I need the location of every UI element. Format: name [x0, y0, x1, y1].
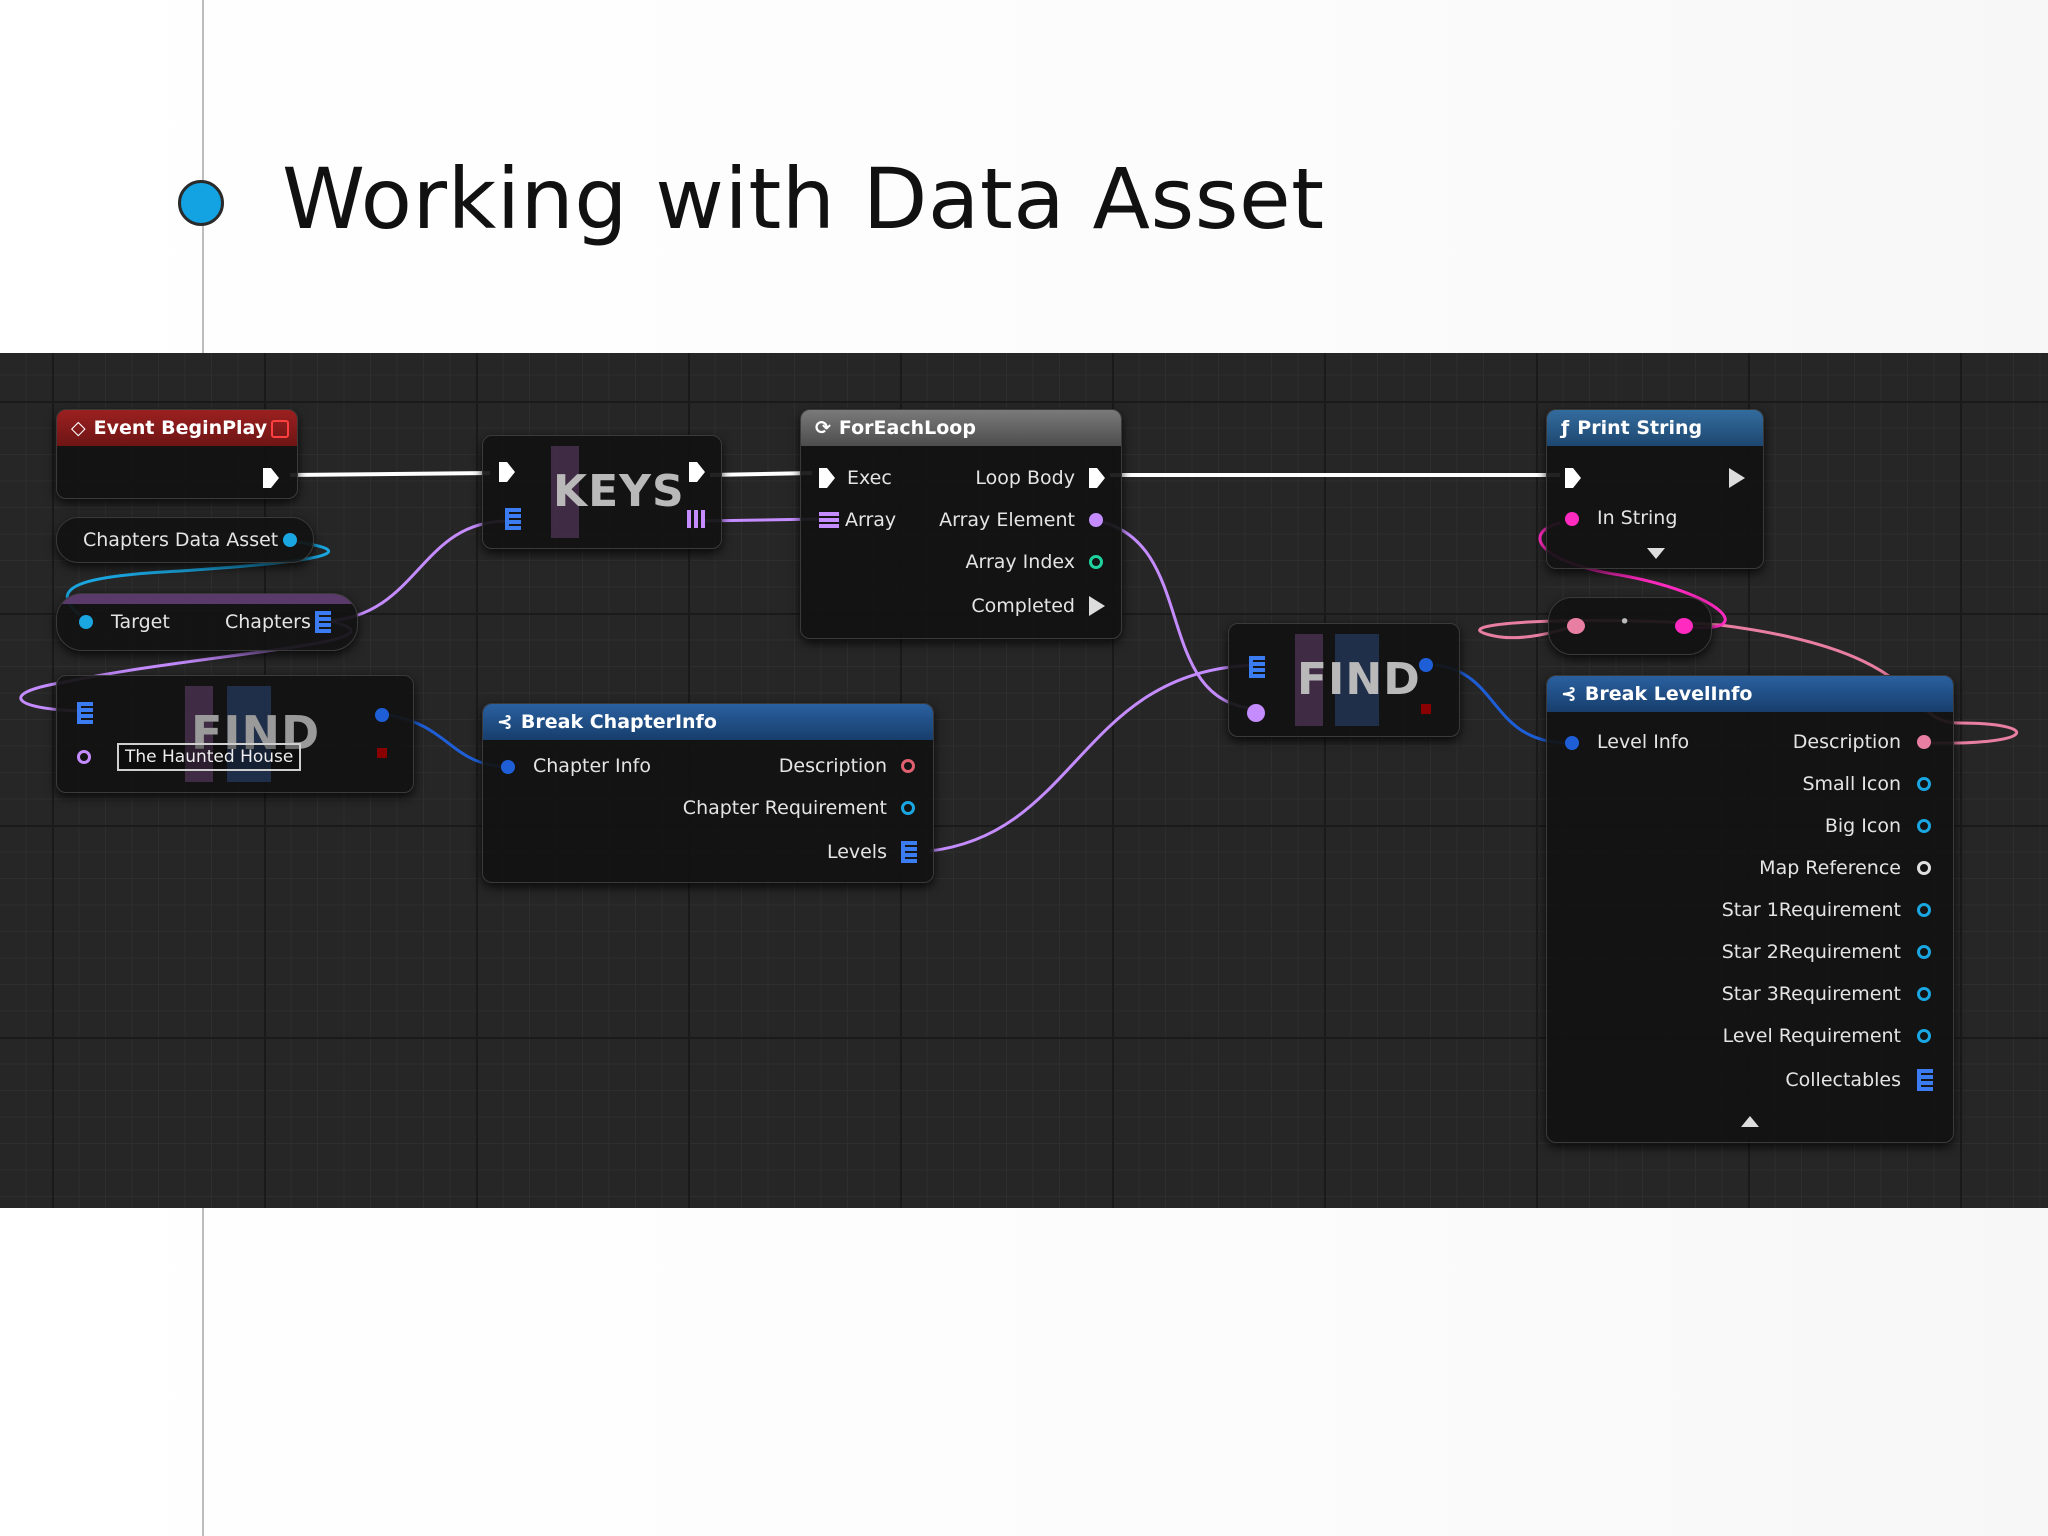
- event-diamond-icon: ◇: [71, 417, 86, 439]
- find2-key-in-pin[interactable]: [1247, 704, 1265, 722]
- find2-found-out-pin[interactable]: [1421, 704, 1431, 714]
- find-node-chapter[interactable]: FIND The Haunted House: [56, 675, 414, 793]
- keys-node[interactable]: KEYS: [482, 435, 722, 549]
- chapter-info-in-pin[interactable]: [501, 760, 515, 774]
- description-out-pin[interactable]: [901, 759, 915, 773]
- find2-map-in-pin[interactable]: [1249, 656, 1265, 678]
- chapter-requirement-out-pin[interactable]: [901, 801, 915, 815]
- collectables-out-pin[interactable]: [1917, 1069, 1933, 1091]
- break-level-info-header: ⊰ Break LevelInfo: [1547, 676, 1953, 712]
- loop-array-in-pin[interactable]: [819, 512, 839, 528]
- find-node-level[interactable]: FIND: [1228, 623, 1460, 737]
- print-exec-in-pin[interactable]: [1565, 468, 1581, 488]
- star1-requirement-out-pin[interactable]: [1917, 903, 1931, 917]
- collapse-arrow-icon[interactable]: [1741, 1116, 1759, 1127]
- completed-out-pin[interactable]: [1089, 596, 1105, 616]
- exec-out-pin[interactable]: [263, 468, 279, 488]
- for-each-loop-header: ⟳ ForEachLoop: [801, 410, 1121, 446]
- find2-title: FIND: [1297, 654, 1421, 705]
- keys-exec-in-pin[interactable]: [499, 462, 515, 482]
- for-each-loop-node[interactable]: ⟳ ForEachLoop Exec Array Loop Body Array …: [800, 409, 1122, 639]
- keys-map-in-pin[interactable]: [505, 508, 521, 530]
- chapters-data-asset-node[interactable]: Chapters Data Asset: [56, 517, 314, 563]
- loop-icon: ⟳: [815, 417, 831, 439]
- map-wire-levels-to-find: [929, 663, 1259, 853]
- break-chapter-info-node[interactable]: ⊰ Break ChapterInfo Chapter Info Descript…: [482, 703, 934, 883]
- level-description-out-pin[interactable]: [1917, 735, 1931, 749]
- loop-exec-in-pin[interactable]: [819, 468, 835, 488]
- level-info-in-pin[interactable]: [1565, 736, 1579, 750]
- object-out-pin[interactable]: [283, 533, 297, 547]
- expand-arrow-icon[interactable]: [1647, 548, 1665, 559]
- star2-requirement-out-pin[interactable]: [1917, 945, 1931, 959]
- key-in-pin[interactable]: [77, 750, 91, 764]
- title-bullet: [178, 180, 224, 226]
- keys-array-out-pin[interactable]: [687, 510, 705, 528]
- big-icon-out-pin[interactable]: [1917, 819, 1931, 833]
- find2-value-out-pin[interactable]: [1419, 658, 1433, 672]
- array-element-out-pin[interactable]: [1089, 513, 1103, 527]
- append-separator: •: [1619, 611, 1631, 633]
- get-chapters-node[interactable]: Target Chapters: [56, 593, 358, 651]
- target-in-pin[interactable]: [79, 615, 93, 629]
- value-out-pin[interactable]: [375, 708, 389, 722]
- map-reference-out-pin[interactable]: [1917, 861, 1931, 875]
- loop-body-out-pin[interactable]: [1089, 468, 1105, 488]
- slide-title: Working with Data Asset: [282, 150, 1325, 248]
- in-string-pin[interactable]: [1565, 512, 1579, 526]
- small-icon-out-pin[interactable]: [1917, 777, 1931, 791]
- levels-out-pin[interactable]: [901, 841, 917, 863]
- break-level-info-node[interactable]: ⊰ Break LevelInfo Level Info Description …: [1546, 675, 1954, 1143]
- array-index-out-pin[interactable]: [1089, 555, 1103, 569]
- exec-wire-begin-to-keys: [289, 471, 491, 477]
- function-icon: ƒ: [1561, 417, 1570, 439]
- found-out-pin[interactable]: [377, 748, 387, 758]
- break-struct-icon: ⊰: [1561, 683, 1577, 705]
- level-requirement-out-pin[interactable]: [1917, 1029, 1931, 1043]
- append-out-pin[interactable]: [1675, 618, 1693, 634]
- blueprint-graph[interactable]: ◇ Event BeginPlay Chapters Data Asset Tar…: [0, 353, 2048, 1208]
- print-string-header: ƒ Print String: [1547, 410, 1763, 446]
- event-begin-play-header: ◇ Event BeginPlay: [57, 410, 297, 446]
- append-node[interactable]: •: [1548, 597, 1712, 655]
- star3-requirement-out-pin[interactable]: [1917, 987, 1931, 1001]
- delegate-pin-icon[interactable]: [271, 420, 289, 438]
- key-value-input[interactable]: The Haunted House: [117, 743, 302, 771]
- keys-exec-out-pin[interactable]: [689, 462, 705, 482]
- break-struct-icon: ⊰: [497, 711, 513, 733]
- chapters-map-out-pin[interactable]: [315, 611, 331, 633]
- break-chapter-info-header: ⊰ Break ChapterInfo: [483, 704, 933, 740]
- append-in-pin[interactable]: [1567, 618, 1585, 634]
- map-in-pin[interactable]: [77, 702, 93, 724]
- keys-title: KEYS: [553, 466, 685, 517]
- print-exec-out-pin[interactable]: [1729, 468, 1745, 488]
- print-string-node[interactable]: ƒ Print String In String: [1546, 409, 1764, 569]
- exec-wire-keys-to-loop: [709, 471, 813, 477]
- event-begin-play-node[interactable]: ◇ Event BeginPlay: [56, 409, 298, 499]
